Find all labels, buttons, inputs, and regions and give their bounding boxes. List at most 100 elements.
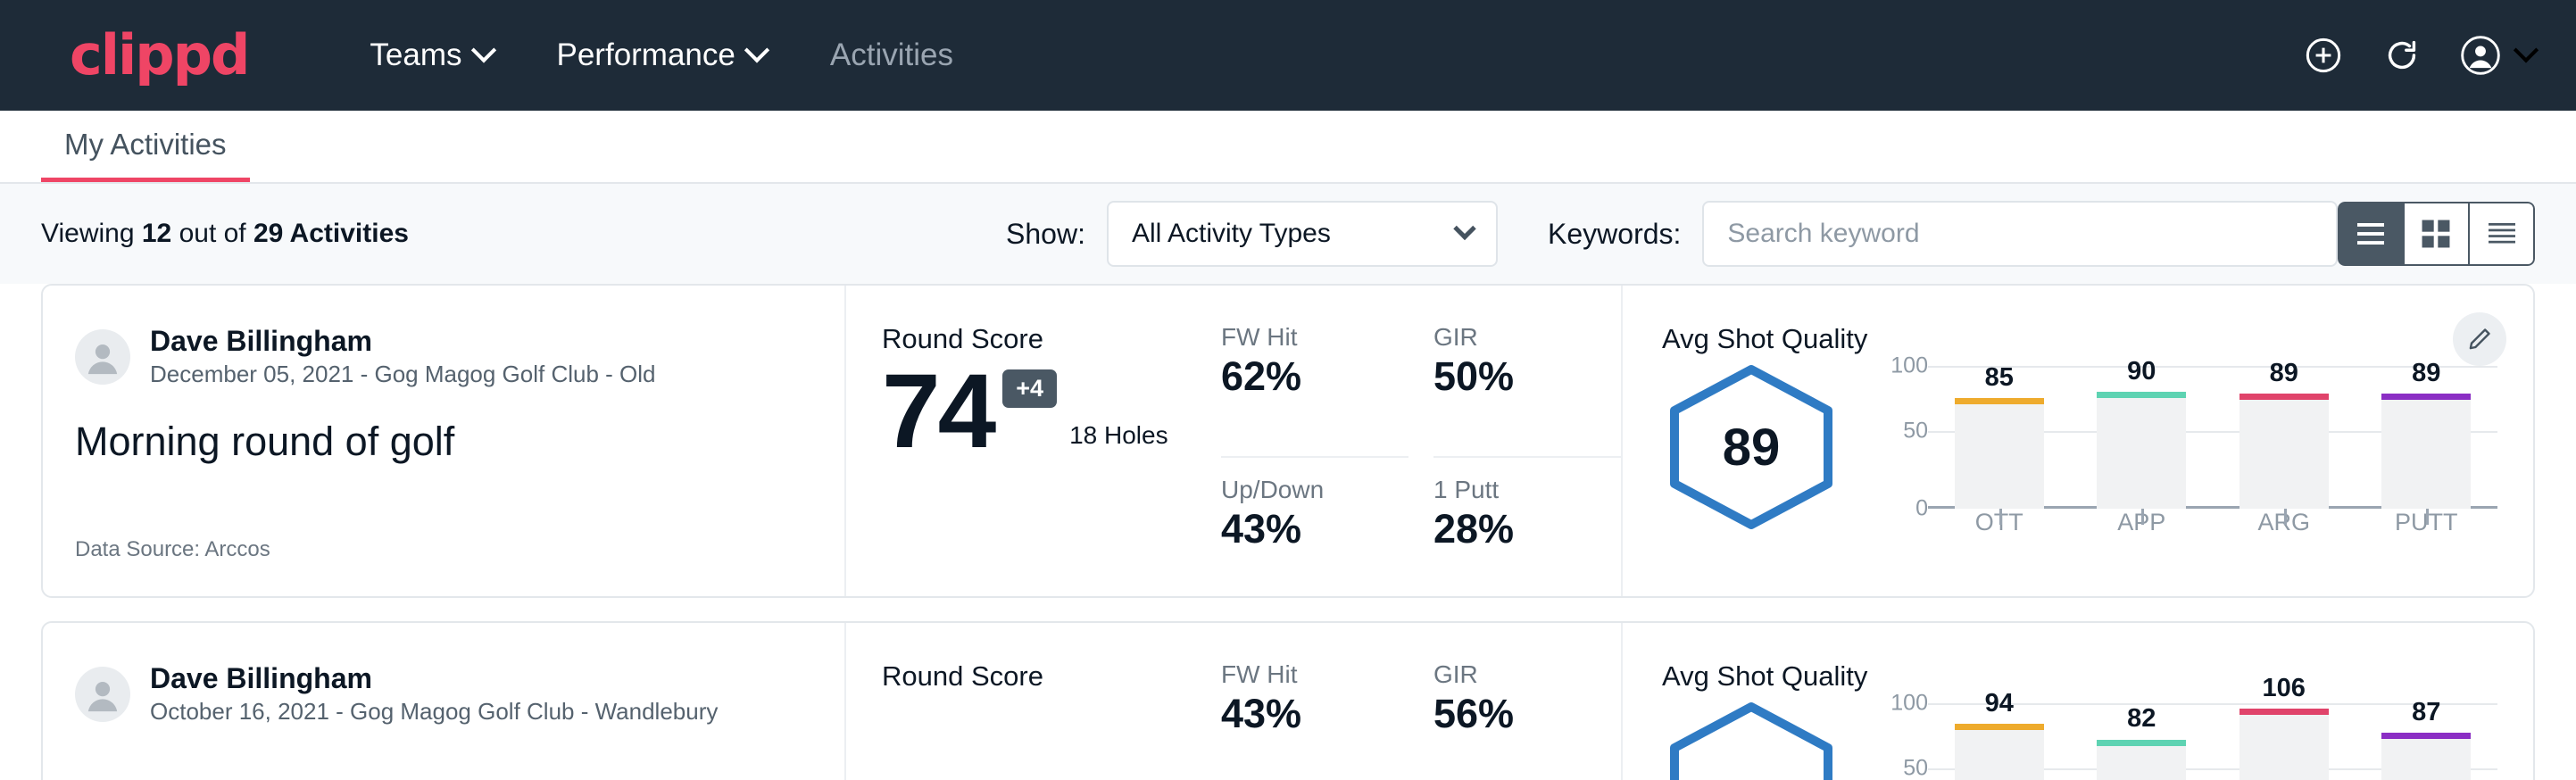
bar-value-ott: 85 (1955, 363, 2044, 393)
activity-meta: December 05, 2021 - Gog Magog Golf Club … (150, 359, 656, 390)
viewing-total: 29 Activities (253, 219, 409, 248)
refresh-icon[interactable] (2381, 35, 2422, 76)
bar-ott (1955, 398, 2044, 509)
nav-item-activities[interactable]: Activities (798, 37, 985, 73)
x-tick-ott (1999, 509, 2002, 525)
chevron-down-icon (470, 37, 495, 62)
edit-activity-button[interactable] (2453, 312, 2506, 366)
stat-value: 50% (1433, 353, 1621, 400)
bar-cap-ott (1955, 398, 2044, 404)
y-tick-100: 100 (1890, 353, 1928, 379)
bar-group-app: 82 (2097, 703, 2186, 780)
bar-putt (2381, 394, 2471, 509)
stat-up-down: Up/Down 43% (1221, 458, 1408, 596)
stat-label: GIR (1433, 323, 1621, 352)
bar-value-app: 82 (2097, 704, 2186, 734)
view-toggle-list[interactable] (2338, 202, 2404, 266)
viewing-count: 12 (142, 219, 171, 248)
avg-shot-quality-label: Avg Shot Quality (1662, 660, 2497, 693)
round-score-value: 74 (882, 361, 993, 464)
round-score-block: Round Score 74 +4 18 Holes (882, 323, 1221, 596)
shot-quality-hexagon (1662, 701, 1841, 780)
activity-card-scores: Round Score FW Hit 43% GIR 56% (846, 623, 1623, 780)
chart-y-axis: 100 50 0 (1876, 703, 1928, 780)
holes-played: 18 Holes (1069, 421, 1168, 450)
stat-fw-hit: FW Hit 62% (1221, 323, 1408, 458)
round-stats-grid: FW Hit 43% GIR 56% (1221, 660, 1621, 780)
stat-fw-hit: FW Hit 43% (1221, 660, 1408, 780)
chevron-down-icon (2514, 37, 2539, 62)
nav-item-teams[interactable]: Teams (337, 37, 524, 73)
bar-group-ott: 94 (1955, 703, 2044, 780)
bar-value-putt: 89 (2381, 359, 2471, 388)
round-score-block: Round Score (882, 660, 1221, 780)
main-nav: Teams Performance Activities (337, 37, 985, 73)
bar-cap-ott (1955, 724, 2044, 730)
bar-cap-app (2097, 740, 2186, 746)
filter-bar: Viewing 12 out of 29 Activities Show: Al… (0, 184, 2576, 284)
bar-arg (2239, 394, 2329, 509)
nav-item-performance[interactable]: Performance (525, 37, 798, 73)
viewing-count-text: Viewing 12 out of 29 Activities (41, 219, 409, 249)
round-score-label: Round Score (882, 323, 1221, 355)
top-navigation-bar: clippd Teams Performance Activities (0, 0, 2576, 111)
activities-list: Dave Billingham December 05, 2021 - Gog … (0, 284, 2576, 780)
activity-card-scores: Round Score 74 +4 18 Holes FW Hit 62% GI… (846, 286, 1623, 596)
viewing-prefix: Viewing (41, 219, 142, 248)
bar-group-putt: 89 (2381, 366, 2471, 509)
shot-quality-bar-chart: 100 50 0 94 (1876, 703, 2497, 780)
y-tick-0: 0 (1915, 496, 1928, 522)
stat-value: 56% (1433, 691, 1621, 737)
nav-item-performance-label: Performance (557, 37, 735, 73)
stat-value: 43% (1221, 691, 1408, 737)
y-tick-50: 50 (1903, 755, 1928, 780)
stat-label: GIR (1433, 660, 1621, 689)
x-label-row: OTT APP ARG PUTT (1928, 509, 2497, 536)
activity-card[interactable]: Dave Billingham October 16, 2021 - Gog M… (41, 621, 2535, 780)
player-name: Dave Billingham (150, 323, 656, 359)
round-score-label: Round Score (882, 660, 1221, 693)
bar-cap-arg (2239, 394, 2329, 400)
nav-item-activities-label: Activities (830, 37, 953, 73)
tab-my-activities[interactable]: My Activities (41, 128, 250, 182)
activity-meta: October 16, 2021 - Gog Magog Golf Club -… (150, 696, 718, 727)
stat-label: Up/Down (1221, 476, 1408, 504)
activity-player: Dave Billingham October 16, 2021 - Gog M… (75, 660, 803, 727)
activity-data-source: Data Source: Arccos (75, 537, 803, 562)
activity-card[interactable]: Dave Billingham December 05, 2021 - Gog … (41, 284, 2535, 598)
viewing-middle: out of (171, 219, 253, 248)
avg-shot-quality-row: 100 50 0 94 (1662, 696, 2497, 780)
shot-quality-chart: 100 50 0 94 (1876, 696, 2497, 780)
view-toggle-compact[interactable] (2469, 202, 2535, 266)
clippd-logo[interactable]: clippd (70, 28, 248, 83)
nav-item-teams-label: Teams (370, 37, 461, 73)
search-input[interactable] (1702, 201, 2338, 267)
add-circle-icon[interactable] (2303, 35, 2344, 76)
y-tick-50: 50 (1903, 418, 1928, 444)
activity-title: Morning round of golf (75, 419, 803, 465)
chevron-down-icon (744, 37, 769, 62)
account-menu[interactable] (2460, 35, 2535, 76)
stat-value: 43% (1221, 506, 1408, 552)
account-circle-icon[interactable] (2460, 35, 2501, 76)
bar-group-app: 90 (2097, 366, 2186, 509)
round-stats-grid: FW Hit 62% GIR 50% Up/Down 43% 1 Putt 28… (1221, 323, 1621, 596)
keywords-label: Keywords: (1548, 218, 1681, 251)
activity-card-summary: Dave Billingham October 16, 2021 - Gog M… (43, 623, 846, 780)
view-toggle-grid[interactable] (2404, 202, 2470, 266)
shot-quality-value (1662, 701, 1841, 780)
avatar (75, 667, 130, 722)
player-name: Dave Billingham (150, 660, 718, 696)
stat-value: 28% (1433, 506, 1621, 552)
stat-label: 1 Putt (1433, 476, 1621, 504)
show-label: Show: (1006, 218, 1085, 251)
stat-value: 62% (1221, 353, 1408, 400)
bar-value-ott: 94 (1955, 689, 2044, 718)
avg-shot-quality-label: Avg Shot Quality (1662, 323, 2497, 355)
stat-one-putt: 1 Putt 28% (1433, 458, 1621, 596)
bar-app (2097, 392, 2186, 509)
avatar (75, 329, 130, 385)
activity-type-select[interactable]: All Activity Types (1107, 201, 1498, 267)
bar-ott (1955, 724, 2044, 780)
bar-value-arg: 89 (2239, 359, 2329, 388)
